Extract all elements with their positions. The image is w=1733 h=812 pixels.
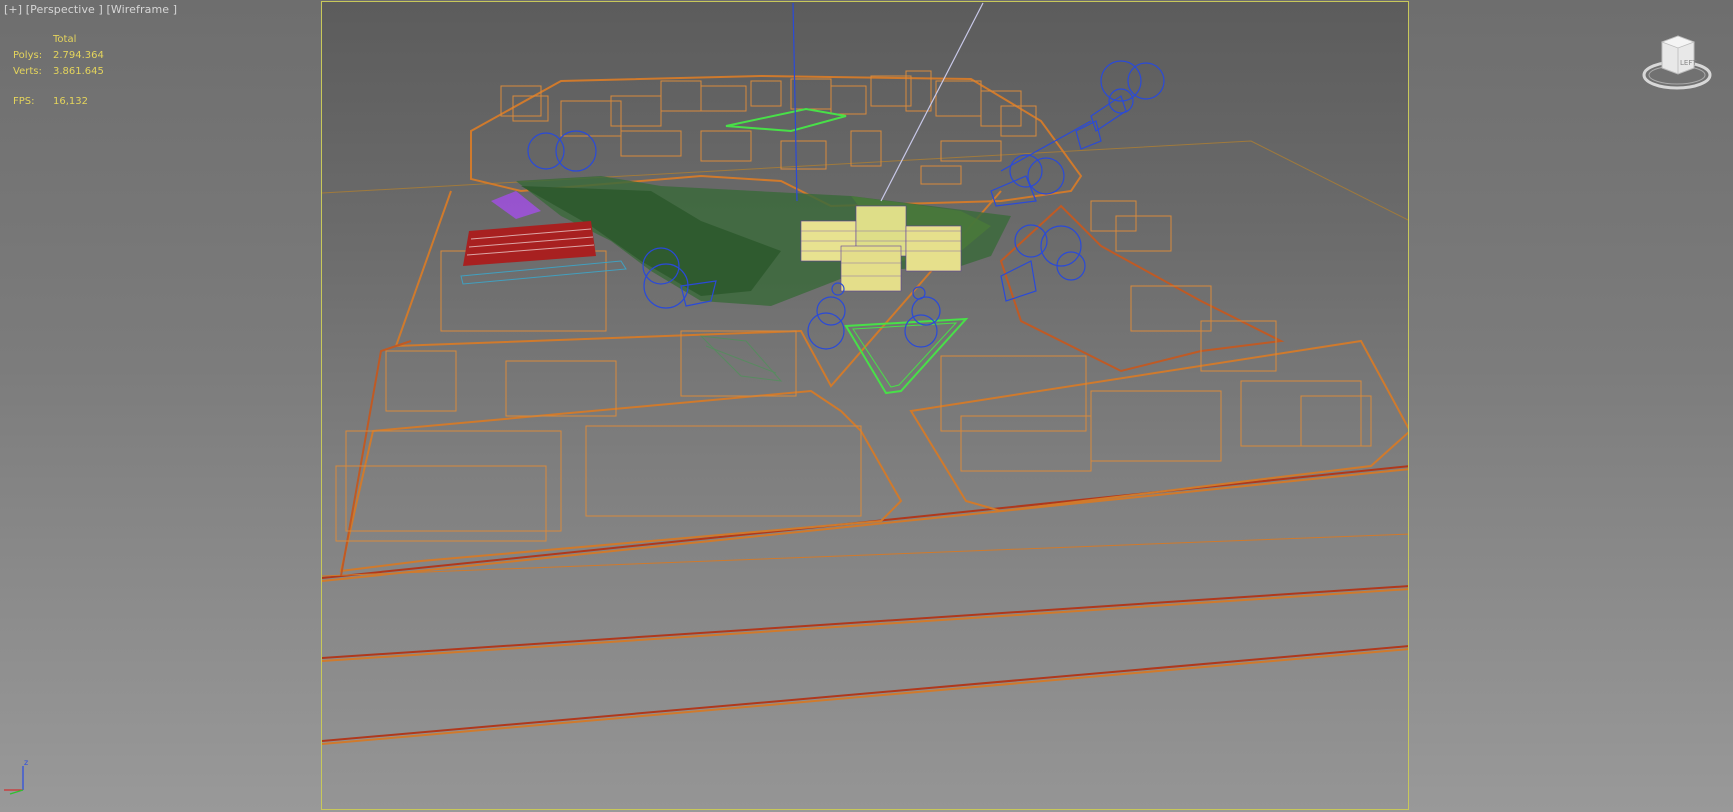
- stats-verts-value: 3.861.645: [53, 66, 104, 77]
- stats-verts-label: Verts:: [13, 66, 42, 77]
- safe-frame: [321, 1, 1409, 810]
- wireframe-scene[interactable]: [322, 2, 1409, 810]
- viewcube-face-label: LEFT: [1680, 59, 1697, 67]
- viewcube-widget[interactable]: LEFT: [1640, 30, 1715, 95]
- stats-total-header: Total: [53, 34, 77, 45]
- axis-z-label: z: [24, 758, 28, 767]
- stats-polys-value: 2.794.364: [53, 50, 104, 61]
- perspective-viewport[interactable]: [+] [Perspective ] [Wireframe ] Total Po…: [0, 0, 1733, 812]
- stats-fps-value: 16,132: [53, 96, 88, 107]
- ghost-object: [699, 335, 783, 382]
- axis-tripod-icon: z: [0, 756, 34, 796]
- road-band-lower: [322, 465, 1408, 745]
- viewport-point-of-view-menu[interactable]: [Perspective ]: [26, 3, 103, 16]
- viewport-shading-menu[interactable]: [Wireframe ]: [107, 3, 178, 16]
- stats-polys-label: Polys:: [13, 50, 43, 61]
- viewport-general-menu[interactable]: [+]: [4, 3, 22, 16]
- stats-fps-label: FPS:: [13, 96, 35, 107]
- building-wireframes: [335, 70, 1372, 542]
- road-outlines: [339, 74, 1408, 577]
- viewport-label-menu[interactable]: [+] [Perspective ] [Wireframe ]: [4, 3, 177, 16]
